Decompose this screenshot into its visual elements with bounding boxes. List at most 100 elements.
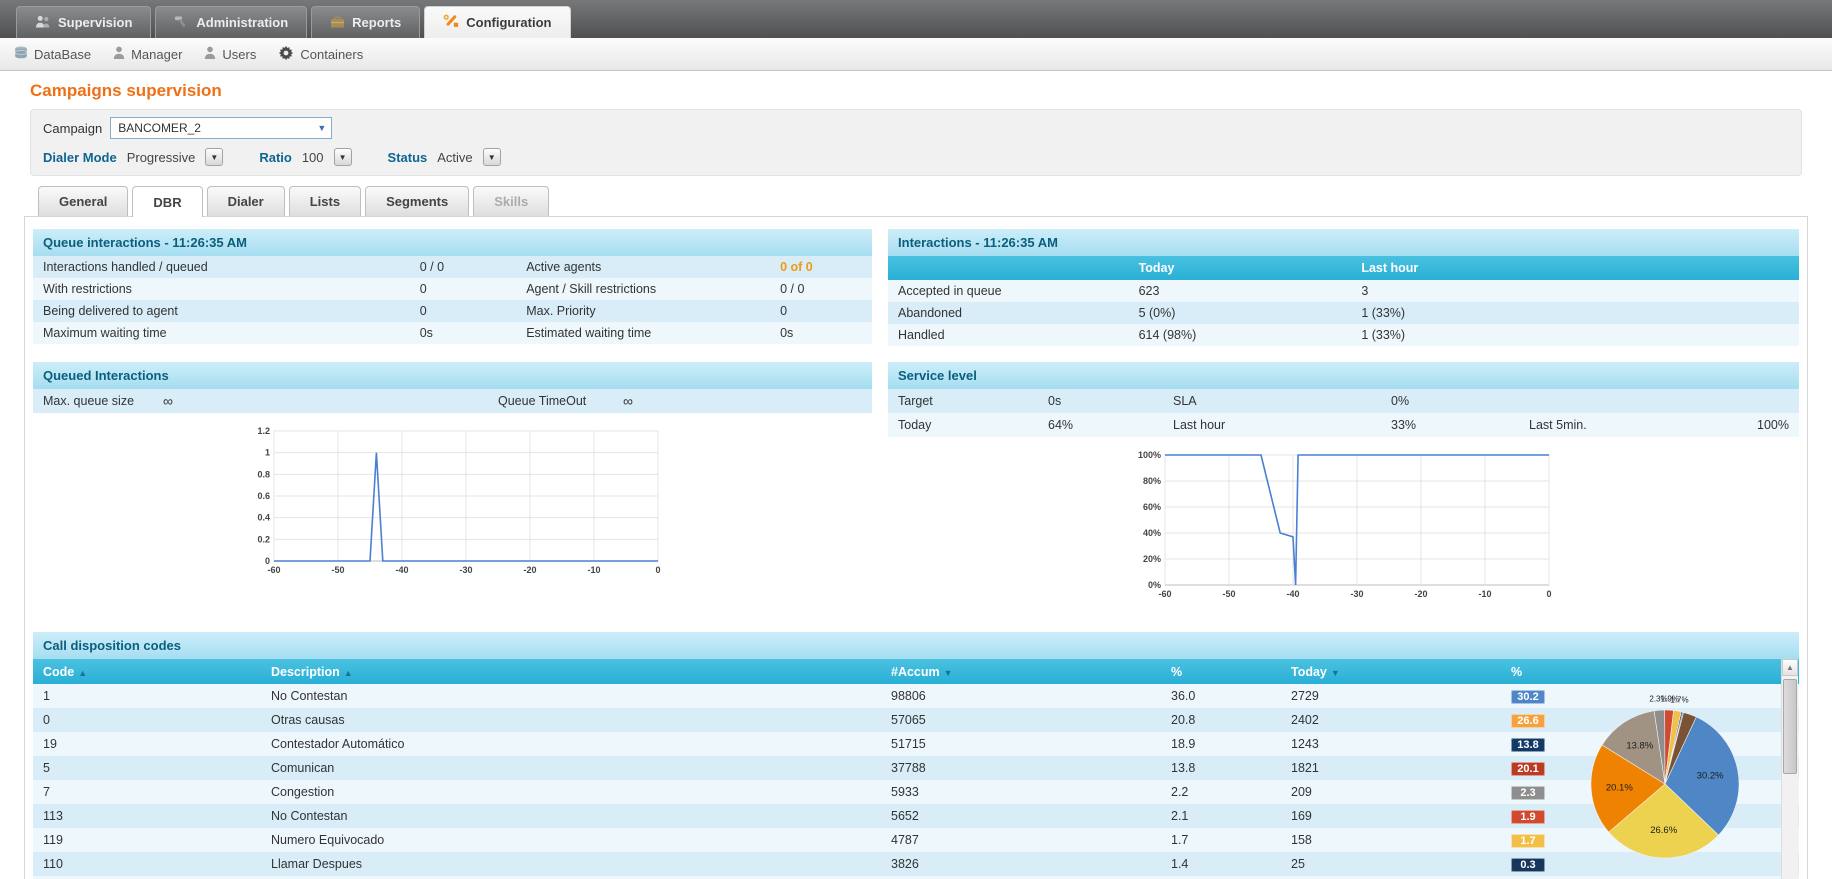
tab-segments[interactable]: Segments: [365, 186, 470, 216]
svg-text:-30: -30: [1350, 589, 1363, 599]
cell-description: Comunican: [271, 761, 335, 775]
row-label: Abandoned: [898, 306, 962, 320]
svg-text:-40: -40: [1286, 589, 1299, 599]
table-row[interactable]: 110 Llamar Despues 3826 1.4 25 0.3: [33, 852, 1799, 876]
status-dropdown-button[interactable]: ▼: [482, 148, 501, 166]
column-description[interactable]: Description ▲: [271, 665, 891, 679]
target-label: Target: [898, 394, 933, 408]
table-row[interactable]: 7 Congestion 5933 2.2 209 2.3: [33, 780, 1799, 804]
toolbar-item-database[interactable]: DataBase: [14, 46, 91, 62]
cell-percent: 2.1: [1171, 809, 1189, 823]
column-accum[interactable]: #Accum ▼: [891, 665, 1171, 679]
cell-percent: 13.8: [1171, 761, 1196, 775]
scrollbar-thumb[interactable]: [1783, 679, 1797, 774]
svg-text:20%: 20%: [1142, 554, 1160, 564]
column-last-hour[interactable]: Last hour: [1361, 261, 1789, 275]
column-percent[interactable]: %: [1171, 665, 1291, 679]
infinity-icon: ∞: [163, 393, 173, 409]
svg-text:-60: -60: [267, 565, 280, 575]
cell-accum: 37788: [891, 761, 926, 775]
campaign-select[interactable]: BANCOMER_2 ▼: [110, 117, 333, 139]
nav-tab-administration[interactable]: Administration: [155, 6, 308, 38]
table-row[interactable]: 119 Numero Equivocado 4787 1.7 158 1.7: [33, 828, 1799, 852]
today-value: 623: [1138, 284, 1160, 298]
svg-text:-10: -10: [1478, 589, 1491, 599]
today-value: 614 (98%): [1138, 328, 1197, 342]
nav-tab-label: Supervision: [58, 15, 133, 30]
cell-today: 209: [1291, 785, 1312, 799]
filter-panel: Campaign BANCOMER_2 ▼ Dialer Mode Progre…: [30, 109, 1802, 176]
queued-interactions-panel: Queued Interactions Max. queue size ∞ Qu…: [33, 362, 873, 616]
last-5min-label: Last 5min.: [1529, 418, 1587, 432]
stat-row: Maximum waiting time 0s Estimated waitin…: [33, 322, 873, 344]
table-row[interactable]: 5 Comunican 37788 13.8 1821 20.1: [33, 756, 1799, 780]
stat-label: Active agents: [526, 260, 602, 274]
interactions-table-header: Today Last hour: [888, 256, 1799, 280]
table-row[interactable]: 113 No Contestan 5652 2.1 169 1.9: [33, 804, 1799, 828]
ratio-dropdown-button[interactable]: ▼: [333, 148, 352, 166]
queue-timeout-label: Queue TimeOut: [498, 394, 587, 408]
last-hour-label: Last hour: [1173, 418, 1226, 432]
scroll-up-button[interactable]: ▲: [1782, 659, 1798, 676]
ratio-value: 100: [301, 149, 324, 165]
column-today-percent[interactable]: %: [1511, 665, 1799, 679]
vertical-scrollbar[interactable]: ▲ ▼: [1781, 659, 1798, 879]
cell-code: 7: [43, 785, 50, 799]
percent-badge: 0.3: [1511, 857, 1545, 872]
cell-description: Numero Equivocado: [271, 833, 385, 847]
stat-row: With restrictions 0 Agent / Skill restri…: [33, 278, 873, 300]
panel-title: Interactions - 11:26:35 AM: [888, 229, 1799, 256]
stat-label: Interactions handled / queued: [43, 260, 208, 274]
dialer-mode-dropdown-button[interactable]: ▼: [205, 148, 224, 166]
sla-value: 0%: [1391, 394, 1410, 408]
column-today[interactable]: Today ▼: [1291, 665, 1511, 679]
toolbar-item-users[interactable]: Users: [204, 46, 256, 62]
cell-description: Contestador Automático: [271, 737, 405, 751]
last-hour-value: 33%: [1391, 418, 1417, 432]
cell-percent: 2.2: [1171, 785, 1189, 799]
tab-dialer[interactable]: Dialer: [206, 186, 285, 216]
secondary-toolbar: DataBase Manager Users Containers: [0, 38, 1832, 71]
last-hour-value: 3: [1361, 284, 1369, 298]
stat-value: 0s: [780, 326, 794, 340]
nav-tab-label: Administration: [196, 15, 289, 30]
tab-strip: General DBR Dialer Lists Segments Skills: [30, 186, 1802, 217]
cell-description: No Contestan: [271, 689, 348, 703]
column-code[interactable]: Code ▲: [43, 665, 271, 679]
nav-tab-reports[interactable]: Reports: [311, 6, 421, 38]
status-value: Active: [437, 149, 473, 165]
users-person-icon: [204, 46, 216, 62]
last-5min-value: 100%: [1757, 418, 1789, 432]
reports-box-icon: [330, 15, 345, 31]
svg-text:30.2%: 30.2%: [1697, 771, 1724, 782]
nav-tab-label: Configuration: [466, 15, 552, 30]
toolbar-item-manager[interactable]: Manager: [113, 46, 182, 62]
table-row[interactable]: 0 Otras causas 57065 20.8 2402 26.6: [33, 708, 1799, 732]
cell-code: 19: [43, 737, 57, 751]
cell-code: 1: [43, 689, 50, 703]
svg-text:80%: 80%: [1142, 476, 1160, 486]
toolbar-item-label: Manager: [131, 46, 183, 62]
column-today[interactable]: Today: [1139, 261, 1362, 275]
chevron-down-icon: ▼: [317, 123, 327, 133]
table-row[interactable]: 1 No Contestan 98806 36.0 2729 30.2: [33, 684, 1799, 708]
nav-tab-configuration[interactable]: Configuration: [424, 6, 571, 38]
svg-text:60%: 60%: [1142, 502, 1160, 512]
tab-dbr[interactable]: DBR: [132, 186, 203, 217]
tab-lists[interactable]: Lists: [288, 186, 362, 216]
svg-text:100%: 100%: [1137, 450, 1160, 460]
cell-code: 0: [43, 713, 50, 727]
table-row: Abandoned 5 (0%) 1 (33%): [888, 302, 1799, 324]
cell-percent: 1.7: [1171, 833, 1189, 847]
tab-skills: Skills: [473, 186, 550, 216]
svg-text:20.1%: 20.1%: [1606, 783, 1633, 794]
status-label: Status: [387, 149, 428, 165]
toolbar-item-containers[interactable]: Containers: [278, 45, 363, 64]
table-row[interactable]: 19 Contestador Automático 51715 18.9 124…: [33, 732, 1799, 756]
stat-label: Agent / Skill restrictions: [526, 282, 657, 296]
stat-value: 0: [419, 282, 427, 296]
interactions-panel: Interactions - 11:26:35 AM Today Last ho…: [888, 229, 1799, 346]
nav-tab-supervision[interactable]: Supervision: [16, 6, 152, 38]
tab-general[interactable]: General: [38, 186, 129, 216]
cell-today: 2402: [1291, 713, 1319, 727]
